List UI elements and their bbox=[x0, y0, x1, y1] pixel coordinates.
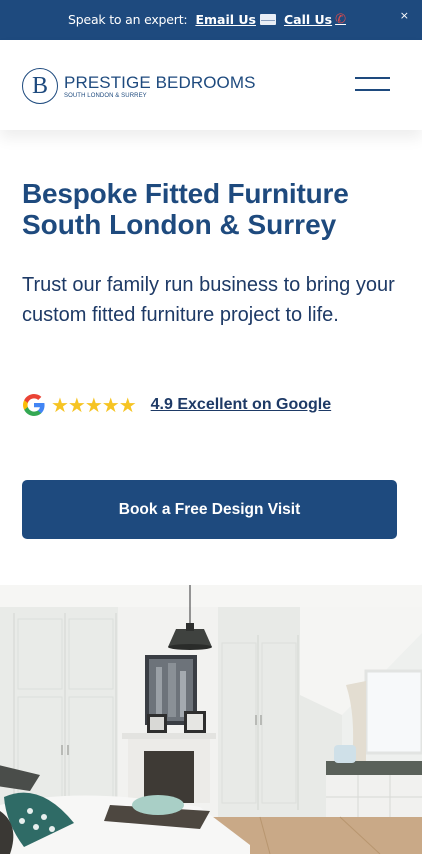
fitted-bedroom-photo bbox=[0, 585, 422, 854]
email-us-label: Email Us bbox=[195, 11, 256, 27]
envelope-icon bbox=[259, 13, 276, 25]
email-us-link[interactable]: Email Us bbox=[195, 12, 276, 27]
brand-logo[interactable]: B PRESTIGE BEDROOMS SOUTH LONDON & SURRE… bbox=[22, 68, 256, 104]
call-us-link[interactable]: Call Us ✆ bbox=[284, 12, 346, 27]
page-subtitle: South London & Surrey bbox=[22, 209, 337, 240]
menu-line-top bbox=[355, 77, 390, 79]
page-title: Bespoke Fitted Furniture bbox=[22, 178, 349, 209]
close-banner-icon[interactable]: × bbox=[400, 9, 409, 22]
brand-tagline: SOUTH LONDON & SURREY bbox=[64, 92, 147, 99]
google-rating: ★★★★★ 4.9 Excellent on Google bbox=[22, 392, 331, 418]
site-header: B PRESTIGE BEDROOMS SOUTH LONDON & SURRE… bbox=[0, 40, 422, 130]
logo-monogram: B bbox=[22, 68, 58, 104]
top-banner: Speak to an expert: Email Us Call Us ✆ × bbox=[0, 0, 422, 40]
five-star-rating: ★★★★★ bbox=[51, 393, 137, 417]
logo-wordmark: PRESTIGE BEDROOMS SOUTH LONDON & SURREY bbox=[64, 74, 256, 99]
brand-name: PRESTIGE BEDROOMS bbox=[64, 72, 256, 92]
google-reviews-link[interactable]: 4.9 Excellent on Google bbox=[151, 396, 332, 414]
menu-line-bottom bbox=[355, 89, 390, 91]
hero-description: Trust our family run business to bring y… bbox=[22, 274, 395, 326]
call-us-label: Call Us bbox=[283, 11, 333, 27]
top-banner-content: Speak to an expert: Email Us Call Us ✆ bbox=[0, 0, 422, 38]
hamburger-menu-icon[interactable] bbox=[355, 76, 390, 92]
google-icon bbox=[23, 394, 45, 416]
phone-icon: ✆ bbox=[335, 11, 346, 27]
expert-prompt: Speak to an expert: bbox=[67, 11, 188, 27]
book-design-visit-button[interactable]: Book a Free Design Visit bbox=[22, 480, 397, 539]
